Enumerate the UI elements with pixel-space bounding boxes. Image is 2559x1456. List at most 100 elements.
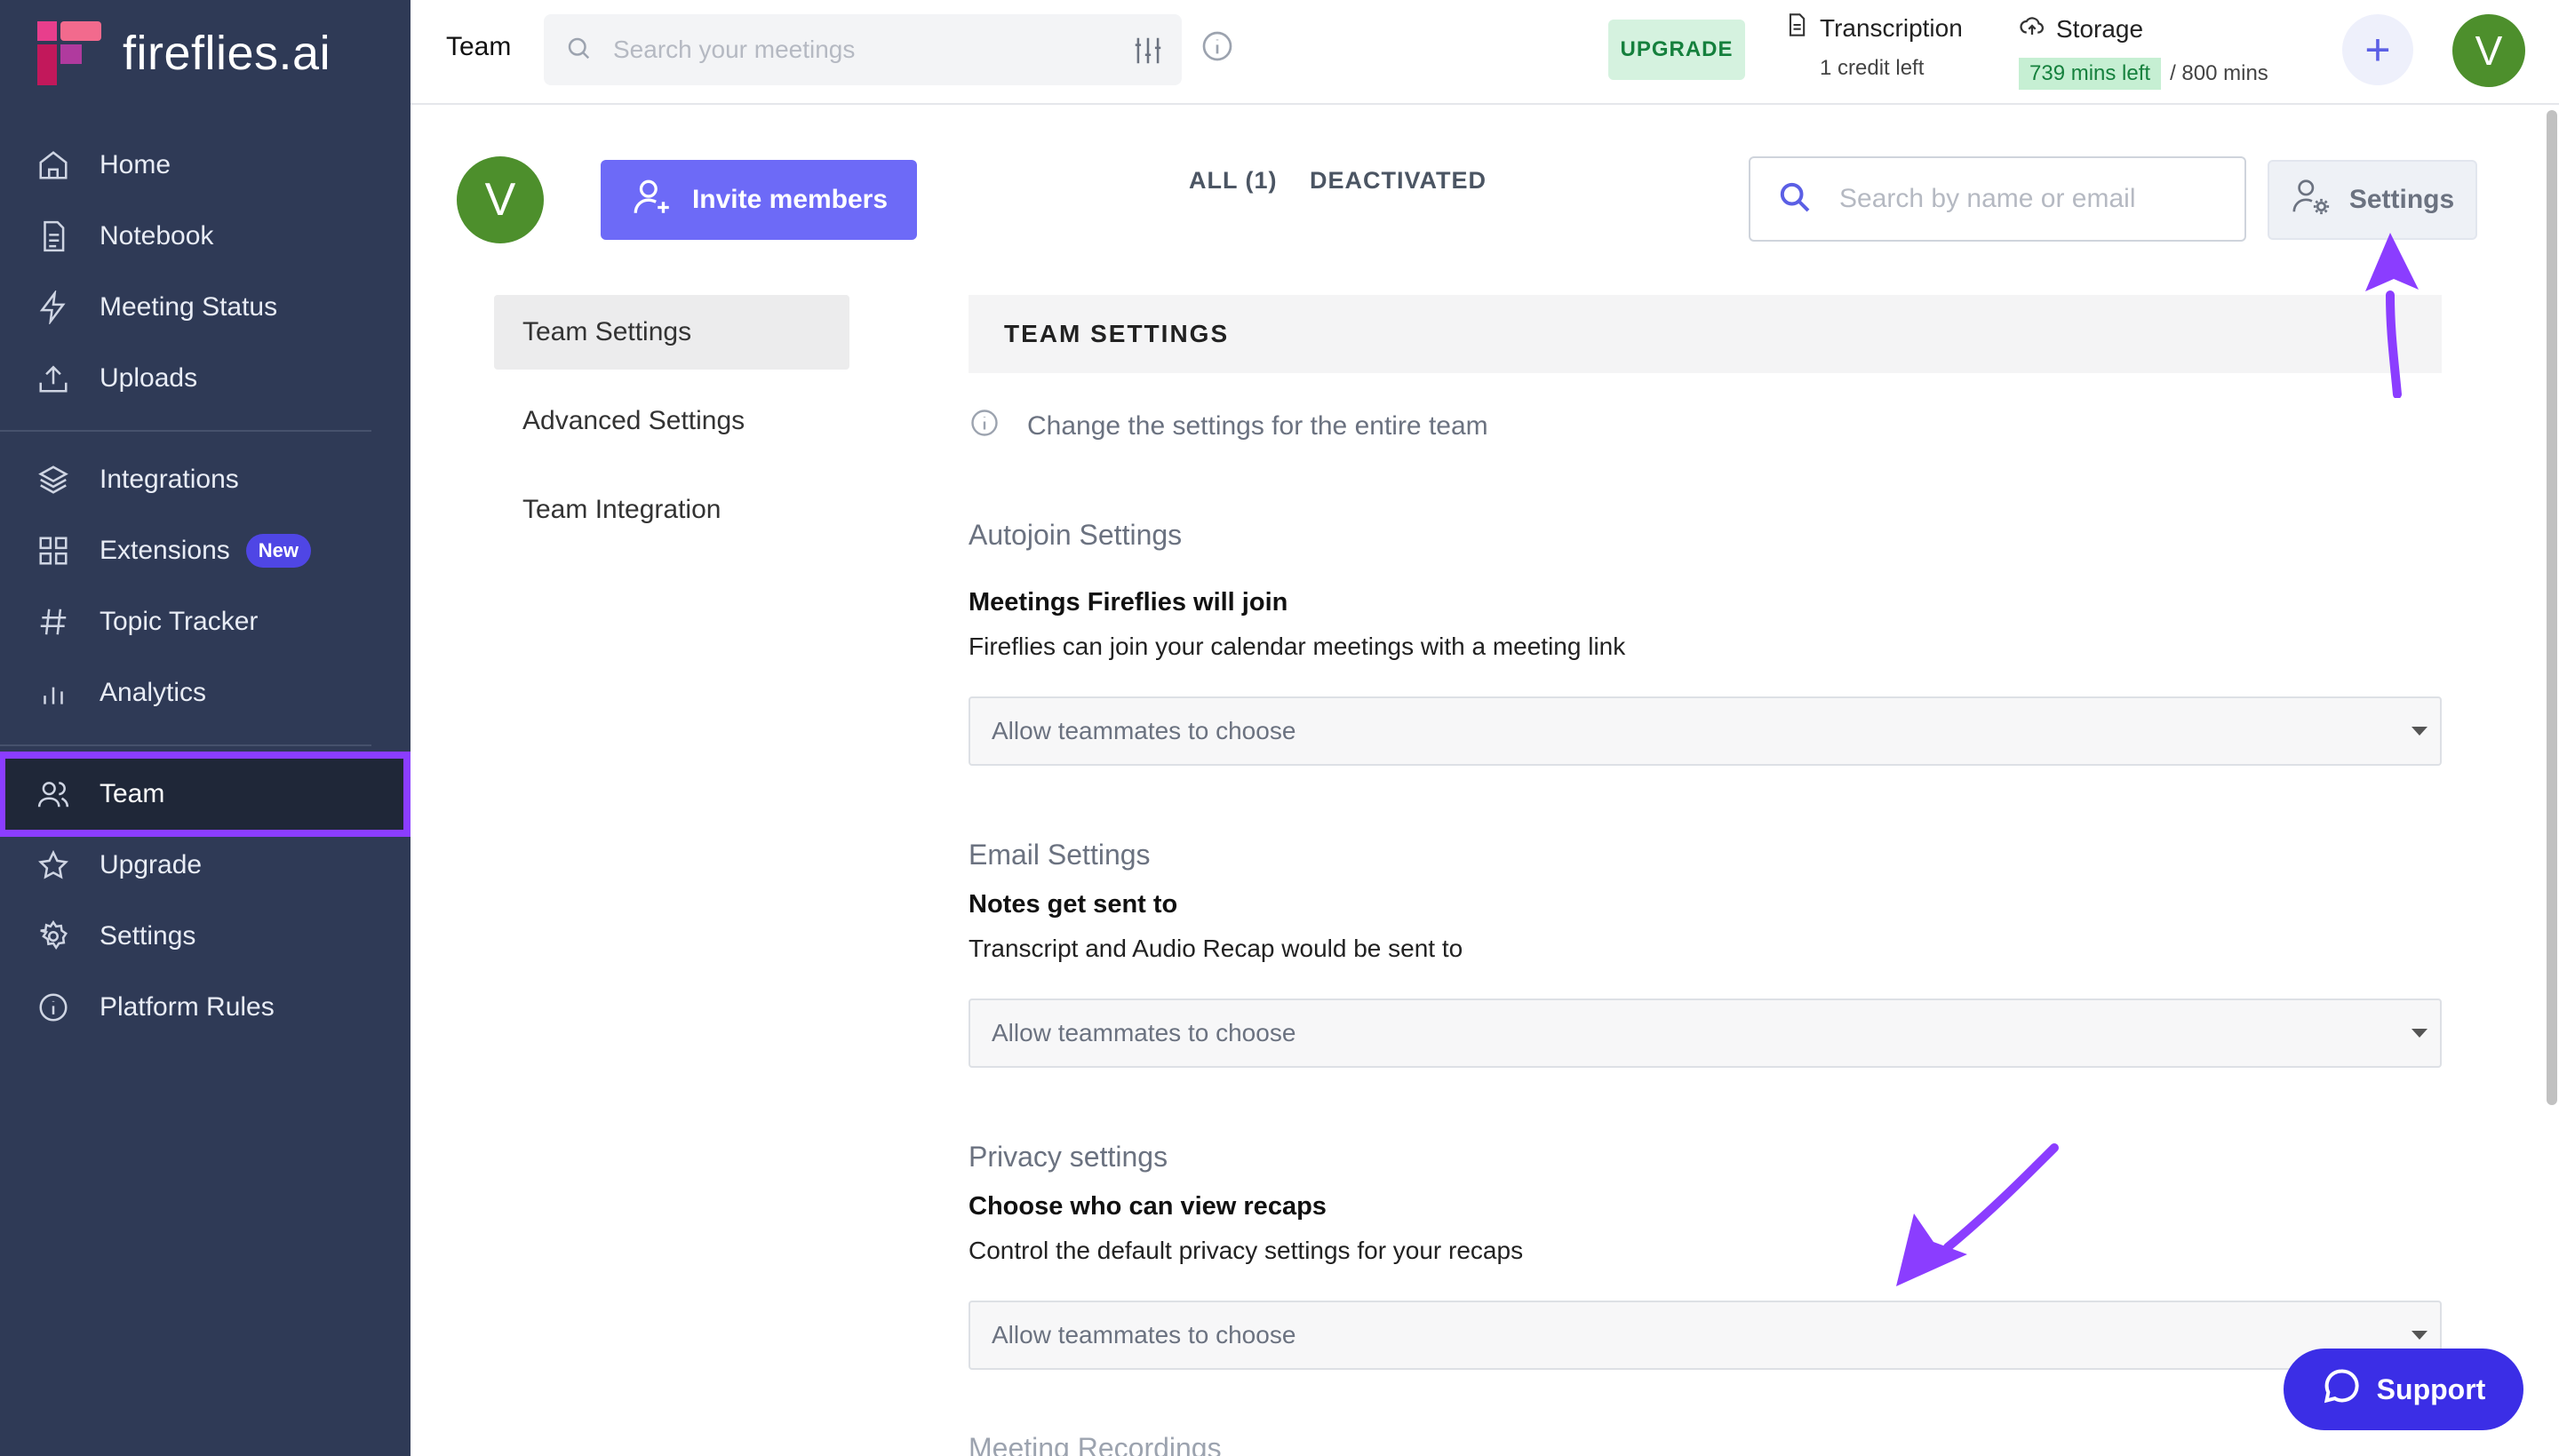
sidebar-item-team[interactable]: Team (0, 752, 411, 837)
section-header: TEAM SETTINGS (969, 295, 2442, 373)
settings-button-label: Settings (2348, 185, 2455, 214)
transcription-credits-left: 1 credit left (1820, 56, 1925, 80)
sidebar-item-label: Extensions (100, 536, 230, 565)
sidebar-item-uploads[interactable]: Uploads (0, 343, 411, 414)
filter-sliders-icon[interactable] (1130, 34, 1166, 72)
email-select[interactable]: Allow teammates to choose (969, 999, 2442, 1068)
hash-icon (36, 604, 71, 640)
sidebar-item-label: Platform Rules (100, 992, 275, 1022)
privacy-select[interactable]: Allow teammates to choose (969, 1301, 2442, 1370)
layers-icon (36, 462, 71, 497)
topbar: Team UPGRADE Transcription 1 credit left… (411, 0, 2559, 105)
notebook-icon (36, 219, 71, 254)
search-icon (565, 35, 592, 66)
sidebar-divider (0, 744, 371, 746)
gear-icon (36, 919, 71, 954)
autojoin-group-title: Autojoin Settings (969, 519, 1183, 551)
page-title: Team (446, 32, 512, 61)
settings-menu-advanced-settings[interactable]: Advanced Settings (494, 384, 849, 458)
email-field-title: Notes get sent to (969, 890, 1178, 919)
upgrade-button[interactable]: UPGRADE (1608, 20, 1745, 80)
email-select-value: Allow teammates to choose (992, 1019, 1296, 1046)
storage-total: / 800 mins (2170, 61, 2268, 85)
support-label: Support (2376, 1372, 2486, 1405)
sidebar-item-label: Home (100, 150, 171, 179)
autojoin-field-desc: Fireflies can join your calendar meeting… (969, 633, 1626, 660)
storage-usage: Storage 739 mins left / 800 mins (2019, 12, 2268, 90)
home-icon (36, 147, 71, 183)
sidebar-item-settings[interactable]: Settings (0, 901, 411, 972)
recordings-group-title: Meeting Recordings (969, 1432, 1222, 1456)
sidebar-item-analytics[interactable]: Analytics (0, 657, 411, 728)
meeting-search-box[interactable] (544, 14, 1182, 85)
scrollbar-thumb[interactable] (2547, 110, 2557, 1105)
search-icon (1777, 179, 1813, 219)
brand-name: fireflies.ai (123, 27, 331, 80)
sidebar-item-extensions[interactable]: Extensions New (0, 515, 411, 586)
section-hint: Change the settings for the entire team (969, 407, 1488, 446)
chat-bubble-icon (2322, 1366, 2361, 1412)
info-icon[interactable] (1200, 28, 1235, 68)
chevron-down-icon (2412, 1331, 2427, 1340)
avatar[interactable]: V (2452, 14, 2525, 87)
document-icon (1784, 12, 1809, 44)
chevron-down-icon (2412, 727, 2427, 736)
transcription-credits: Transcription 1 credit left (1784, 12, 1963, 81)
user-settings-icon (2291, 176, 2332, 224)
sidebar-item-home[interactable]: Home (0, 130, 411, 201)
settings-menu-team-settings[interactable]: Team Settings (494, 295, 849, 370)
info-icon (36, 990, 71, 1025)
sidebar-item-label: Upgrade (100, 850, 203, 879)
grid-icon (36, 533, 71, 569)
sidebar-item-label: Settings (100, 921, 196, 951)
support-button[interactable]: Support (2284, 1349, 2523, 1430)
sidebar-item-topic-tracker[interactable]: Topic Tracker (0, 586, 411, 657)
sidebar-item-label: Meeting Status (100, 292, 278, 322)
annotation-arrow-down (1896, 1143, 2059, 1286)
sidebar-item-notebook[interactable]: Notebook (0, 201, 411, 272)
member-search-box[interactable] (1749, 156, 2246, 242)
autojoin-select[interactable]: Allow teammates to choose (969, 696, 2442, 766)
privacy-field-desc: Control the default privacy settings for… (969, 1237, 1524, 1264)
settings-menu-team-integration[interactable]: Team Integration (494, 473, 849, 547)
users-icon (36, 776, 71, 812)
brand[interactable]: fireflies.ai (37, 21, 331, 85)
team-settings-button[interactable]: Settings (2268, 160, 2477, 240)
email-group-title: Email Settings (969, 839, 1151, 871)
add-button[interactable]: + (2342, 14, 2413, 85)
member-search-input[interactable] (1839, 184, 2230, 214)
sidebar-item-label: Uploads (100, 363, 198, 393)
team-avatar: V (457, 156, 544, 243)
upload-icon (36, 361, 71, 396)
privacy-group-title: Privacy settings (969, 1141, 1168, 1173)
fireflies-logo-icon (37, 21, 101, 85)
tab-all[interactable]: ALL (1) (1189, 167, 1278, 195)
sidebar-item-platform-rules[interactable]: Platform Rules (0, 972, 411, 1043)
chevron-down-icon (2412, 1029, 2427, 1038)
storage-mins-left: 739 mins left (2019, 58, 2162, 90)
annotation-arrow-up (2365, 233, 2419, 398)
tab-deactivated[interactable]: DEACTIVATED (1310, 167, 1487, 195)
sidebar-item-upgrade[interactable]: Upgrade (0, 830, 411, 901)
cloud-upload-icon (2019, 12, 2045, 45)
storage-title: Storage (2056, 14, 2144, 43)
privacy-select-value: Allow teammates to choose (992, 1321, 1296, 1349)
privacy-field-title: Choose who can view recaps (969, 1192, 1327, 1221)
meeting-search-input[interactable] (613, 36, 1111, 64)
sidebar-divider (0, 430, 371, 432)
sidebar-item-label: Notebook (100, 221, 214, 251)
invite-members-label: Invite members (691, 185, 889, 214)
sidebar-item-meeting-status[interactable]: Meeting Status (0, 272, 411, 343)
transcription-title: Transcription (1820, 13, 1963, 42)
invite-members-button[interactable]: Invite members (601, 160, 917, 240)
sidebar-item-integrations[interactable]: Integrations (0, 444, 411, 515)
sidebar-item-label: Topic Tracker (100, 607, 259, 636)
sidebar: fireflies.ai Home Notebook Meeting Statu… (0, 0, 411, 1456)
add-user-icon (630, 174, 674, 226)
bar-chart-icon (36, 675, 71, 711)
new-badge: New (245, 534, 311, 568)
email-field-desc: Transcript and Audio Recap would be sent… (969, 935, 1463, 962)
sidebar-item-label: Analytics (100, 678, 207, 707)
hint-text: Change the settings for the entire team (1027, 411, 1488, 441)
sidebar-item-label: Team (100, 779, 165, 808)
